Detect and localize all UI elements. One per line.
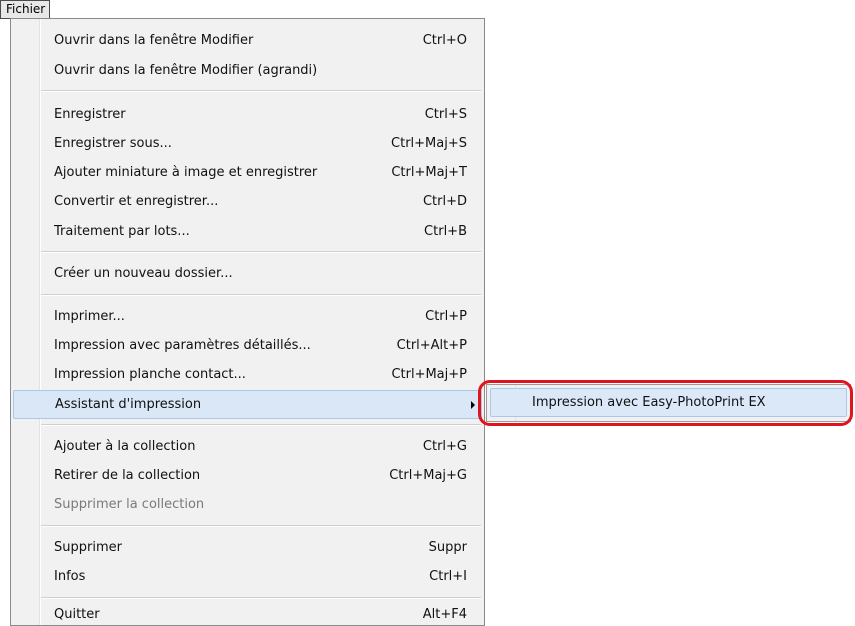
menu-item-new-folder[interactable]: Créer un nouveau dossier... [13, 260, 482, 289]
menu-item-shortcut: Ctrl+Alt+P [396, 338, 467, 353]
menu-separator [41, 424, 481, 426]
menu-item-label: Impression avec paramètres détaillés... [54, 338, 311, 353]
menu-item-label: Ouvrir dans la fenêtre Modifier (agrandi… [54, 63, 318, 78]
menu-item-label: Infos [54, 569, 86, 584]
menu-item-save[interactable]: Enregistrer Ctrl+S [13, 101, 482, 130]
menu-item-info[interactable]: Infos Ctrl+I [13, 563, 482, 592]
menu-item-shortcut: Ctrl+I [429, 569, 467, 584]
menu-item-shortcut: Ctrl+Maj+T [391, 165, 467, 180]
menu-item-label: Enregistrer sous... [54, 136, 172, 151]
menu-item-delete-collection: Supprimer la collection [13, 491, 482, 520]
submenu-item-label: Impression avec Easy-PhotoPrint EX [532, 395, 766, 410]
menu-item-batch-processing[interactable]: Traitement par lots... Ctrl+B [13, 218, 482, 247]
menu-item-label: Quitter [54, 607, 100, 622]
menu-item-save-as[interactable]: Enregistrer sous... Ctrl+Maj+S [13, 130, 482, 159]
menu-item-shortcut: Ctrl+G [422, 439, 467, 454]
menu-separator [41, 294, 481, 296]
menu-item-add-collection[interactable]: Ajouter à la collection Ctrl+G [13, 433, 482, 462]
menu-item-shortcut: Ctrl+D [422, 194, 467, 209]
submenu-arrow-icon [471, 401, 475, 409]
menu-item-remove-collection[interactable]: Retirer de la collection Ctrl+Maj+G [13, 462, 482, 491]
menu-separator [41, 251, 481, 253]
menu-item-print-assistant[interactable]: Assistant d'impression [13, 390, 482, 419]
menu-item-label: Traitement par lots... [54, 224, 190, 239]
menu-item-convert-save[interactable]: Convertir et enregistrer... Ctrl+D [13, 188, 482, 217]
menu-item-label: Enregistrer [54, 107, 126, 122]
menu-fichier[interactable]: Fichier [0, 0, 50, 19]
menu-item-label: Retirer de la collection [54, 468, 201, 483]
menu-item-open-edit-window[interactable]: Ouvrir dans la fenêtre Modifier Ctrl+O [13, 27, 482, 56]
menu-item-delete[interactable]: Supprimer Suppr [13, 534, 482, 563]
menu-separator [41, 525, 481, 527]
menu-item-shortcut: Ctrl+P [425, 309, 467, 324]
menu-item-label: Imprimer... [54, 309, 125, 324]
screenshot-stage: Fichier Ouvrir dans la fenêtre Modifier … [0, 0, 855, 626]
menu-item-add-thumbnail-save[interactable]: Ajouter miniature à image et enregistrer… [13, 159, 482, 188]
menu-item-shortcut: Ctrl+Maj+S [391, 136, 467, 151]
menu-item-shortcut: Suppr [428, 540, 467, 555]
menu-item-shortcut: Alt+F4 [422, 607, 467, 622]
menu-item-contact-sheet[interactable]: Impression planche contact... Ctrl+Maj+P [13, 361, 482, 390]
menu-item-open-edit-window-enlarged[interactable]: Ouvrir dans la fenêtre Modifier (agrandi… [13, 57, 482, 86]
menu-item-shortcut: Ctrl+Maj+P [391, 367, 467, 382]
menu-item-label: Ajouter à la collection [54, 439, 196, 454]
menu-item-shortcut: Ctrl+S [424, 107, 467, 122]
file-menu: Ouvrir dans la fenêtre Modifier Ctrl+O O… [10, 18, 485, 626]
menu-item-label: Assistant d'impression [55, 397, 202, 412]
menu-item-print-detailed[interactable]: Impression avec paramètres détaillés... … [13, 332, 482, 361]
menu-item-quit[interactable]: Quitter Alt+F4 [13, 601, 482, 625]
menu-item-label: Ajouter miniature à image et enregistrer [54, 165, 318, 180]
menu-item-label: Convertir et enregistrer... [54, 194, 219, 209]
submenu-item-easy-photoprint[interactable]: Impression avec Easy-PhotoPrint EX [490, 388, 847, 417]
menu-separator [41, 90, 481, 92]
menu-item-shortcut: Ctrl+O [422, 33, 467, 48]
menu-item-label: Supprimer la collection [54, 497, 205, 512]
menu-item-shortcut: Ctrl+B [424, 224, 467, 239]
menu-item-label: Supprimer [54, 540, 122, 555]
menu-item-label: Impression planche contact... [54, 367, 246, 382]
menu-item-label: Ouvrir dans la fenêtre Modifier [54, 33, 254, 48]
menu-separator [41, 597, 481, 599]
print-assistant-submenu: Impression avec Easy-PhotoPrint EX [486, 384, 851, 422]
menu-item-print[interactable]: Imprimer... Ctrl+P [13, 303, 482, 332]
menu-item-label: Créer un nouveau dossier... [54, 266, 233, 281]
menu-item-shortcut: Ctrl+Maj+G [389, 468, 467, 483]
